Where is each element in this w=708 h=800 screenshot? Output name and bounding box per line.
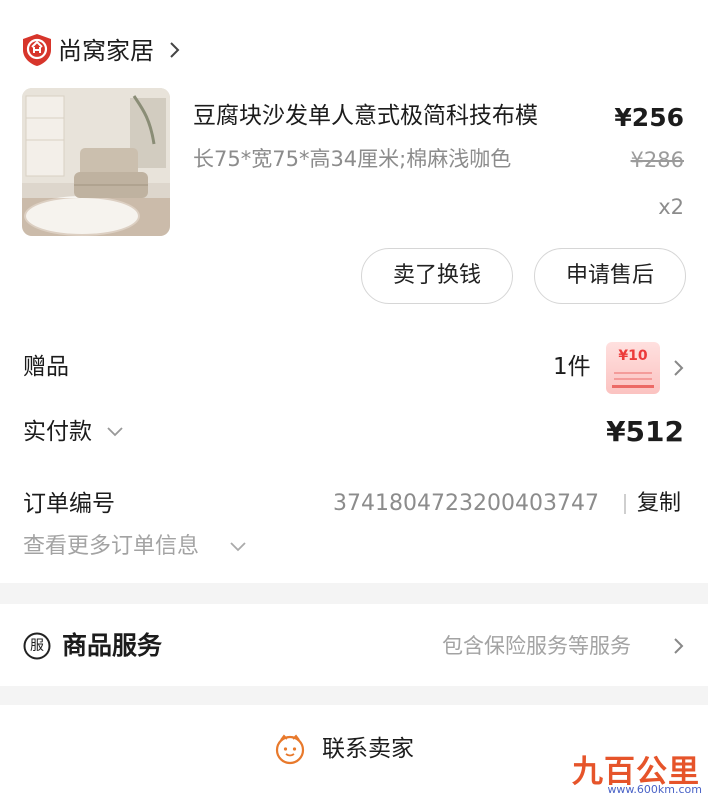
service-description[interactable]: 包含保险服务等服务 (442, 631, 631, 661)
order-number-label: 订单编号 (23, 491, 115, 517)
payment-label[interactable]: 实付款 (23, 416, 92, 448)
watermark-url: www.600km.com (607, 783, 702, 796)
coupon-text-line (614, 378, 652, 380)
more-order-info-link[interactable]: 查看更多订单信息 (23, 531, 199, 563)
coupon-text-line (612, 385, 654, 388)
product-spec: 长75*宽75*高34厘米;棉麻浅咖色 (193, 147, 512, 171)
product-quantity: x2 (658, 195, 684, 219)
coupon-text-line (614, 372, 652, 374)
gift-count[interactable]: 1件 (553, 351, 591, 383)
payment-amount: ¥512 (606, 415, 684, 448)
service-badge-text: 服 (30, 638, 44, 654)
chevron-down-icon[interactable] (105, 424, 125, 440)
divider (624, 494, 626, 514)
chat-face-icon[interactable] (274, 733, 306, 765)
chevron-right-icon[interactable] (168, 40, 182, 60)
watermark-logo: 九百公里 www.600km.com (572, 740, 706, 798)
chevron-right-icon[interactable] (672, 636, 686, 656)
sell-button[interactable]: 卖了换钱 (361, 248, 513, 304)
copy-button[interactable]: 复制 (637, 488, 681, 520)
product-original-price: ¥286 (630, 148, 684, 172)
after-sale-button[interactable]: 申请售后 (534, 248, 686, 304)
shop-name[interactable]: 尚窝家居 (58, 34, 154, 68)
chevron-down-icon[interactable] (228, 539, 248, 555)
gift-label: 赠品 (23, 354, 69, 380)
service-card[interactable]: 服 商品服务 包含保险服务等服务 (0, 604, 708, 686)
service-badge-icon: 服 (23, 632, 51, 660)
product-price: ¥256 (614, 103, 684, 132)
service-title: 商品服务 (62, 631, 163, 660)
chevron-right-icon[interactable] (672, 358, 686, 378)
contact-seller-button[interactable]: 联系卖家 (322, 733, 414, 765)
coupon-amount: ¥10 (618, 348, 648, 364)
product-thumbnail[interactable] (22, 88, 170, 236)
order-number: 3741804723200403747 (333, 491, 599, 516)
gift-coupon-thumbnail[interactable]: ¥10 (606, 342, 660, 394)
product-title[interactable]: 豆腐块沙发单人意式极简科技布模 (193, 99, 538, 133)
order-card: 尚窝家居 豆腐块沙发单人意式极简科技布模 长75*宽75*高34厘米;棉麻浅咖色… (0, 0, 708, 583)
shop-badge-icon (23, 34, 51, 66)
